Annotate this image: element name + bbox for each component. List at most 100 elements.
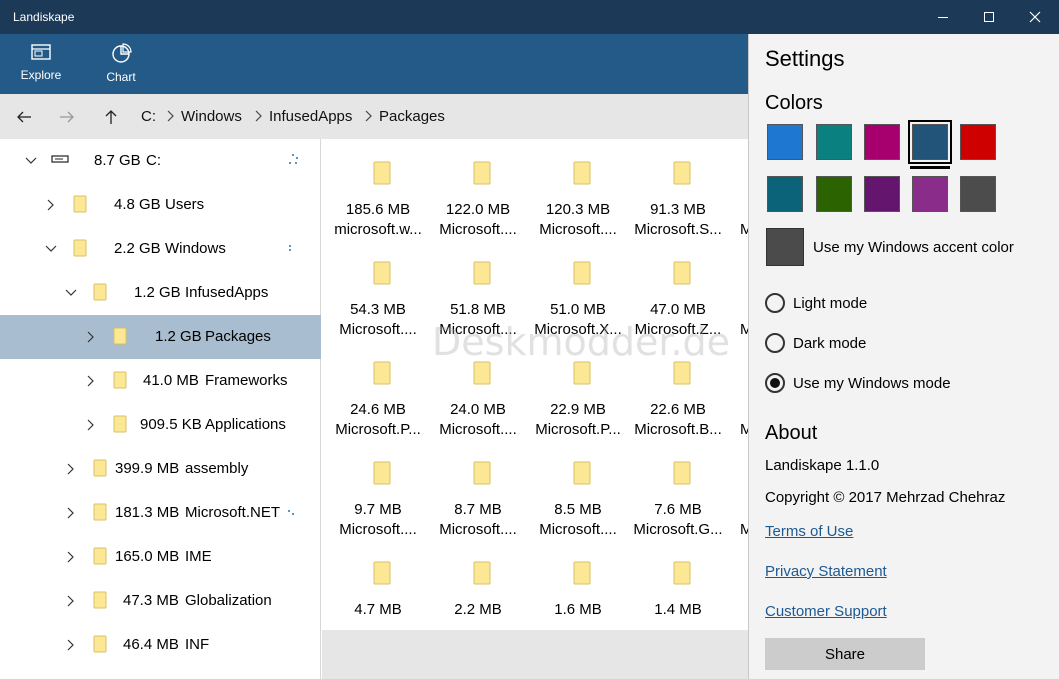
- folder-tile[interactable]: 54.3 MB Microsoft....: [328, 239, 428, 339]
- folder-size: 2.2 GB: [114, 240, 161, 257]
- forward-button[interactable]: [52, 102, 82, 132]
- folder-tile[interactable]: 185.6 MB microsoft.w...: [328, 139, 428, 239]
- dark-mode-radio[interactable]: [765, 333, 785, 353]
- color-swatch[interactable]: [960, 124, 996, 160]
- color-swatch[interactable]: [912, 176, 948, 212]
- folder-tile[interactable]: 1.4 MB: [628, 539, 728, 630]
- folder-tile[interactable]: 8.7 MB Microsoft....: [428, 439, 528, 539]
- folder-tile[interactable]: 24.0 MB Microsoft....: [428, 339, 528, 439]
- windows-mode-radio[interactable]: [765, 373, 785, 393]
- tree-row-applications[interactable]: 909.5 KB Applications: [0, 403, 321, 447]
- chevron-right-icon[interactable]: [84, 418, 98, 432]
- folder-tile[interactable]: 2.2 MB: [428, 539, 528, 630]
- folder-name: Applications: [205, 416, 286, 433]
- breadcrumb-item[interactable]: C:: [141, 108, 156, 125]
- chevron-right-icon[interactable]: [64, 594, 78, 608]
- tile-size: 122.0 MB: [445, 201, 511, 218]
- folder-tile[interactable]: 22.9 MB Microsoft.P...: [528, 339, 628, 439]
- tile-name-peek: M: [740, 221, 748, 238]
- folder-size: 4.8 GB: [114, 196, 161, 213]
- folder-tile[interactable]: 51.8 MB Microsoft....: [428, 239, 528, 339]
- tile-name: Microsoft.Z...: [634, 321, 722, 338]
- support-link[interactable]: Customer Support: [765, 603, 887, 620]
- folder-tile[interactable]: 22.6 MB Microsoft.B...: [628, 339, 728, 439]
- folder-icon: [673, 361, 691, 385]
- folder-tile[interactable]: 51.0 MB Microsoft.X...: [528, 239, 628, 339]
- chevron-right-icon: [365, 110, 372, 122]
- accent-color-checkbox[interactable]: [766, 228, 804, 266]
- folder-tile[interactable]: 7.6 MB Microsoft.G...: [628, 439, 728, 539]
- folder-tile[interactable]: 8.5 MB Microsoft....: [528, 439, 628, 539]
- chevron-right-icon[interactable]: [84, 374, 98, 388]
- tree-row-ime[interactable]: 165.0 MB IME: [0, 535, 321, 579]
- chevron-down-icon[interactable]: [44, 242, 58, 256]
- chevron-right-icon[interactable]: [64, 550, 78, 564]
- folder-size: 41.0 MB: [143, 372, 199, 389]
- folder-icon: [113, 371, 127, 389]
- color-swatch[interactable]: [816, 124, 852, 160]
- folder-tile[interactable]: 91.3 MB Microsoft.S...: [628, 139, 728, 239]
- tree-row-microsoft-net[interactable]: 181.3 MB Microsoft.NET: [0, 491, 321, 535]
- terms-link[interactable]: Terms of Use: [765, 523, 853, 540]
- explore-button[interactable]: Explore: [11, 42, 71, 90]
- color-swatch[interactable]: [767, 176, 803, 212]
- chevron-down-icon[interactable]: [24, 154, 38, 168]
- tree-row-globalization[interactable]: 47.3 MB Globalization: [0, 579, 321, 623]
- dark-mode-label: Dark mode: [793, 335, 867, 352]
- tree-row-inf[interactable]: 46.4 MB INF: [0, 623, 321, 667]
- up-button[interactable]: [96, 102, 126, 132]
- tree-row-frameworks[interactable]: 41.0 MB Frameworks: [0, 359, 321, 403]
- folder-tile[interactable]: 47.0 MB Microsoft.Z...: [628, 239, 728, 339]
- tile-size: 8.5 MB: [554, 501, 602, 518]
- folder-tile[interactable]: 9.7 MB Microsoft....: [328, 439, 428, 539]
- color-swatch[interactable]: [864, 176, 900, 212]
- tree-row-windows[interactable]: 2.2 GB Windows: [0, 227, 321, 271]
- arrow-up-icon: [105, 110, 117, 124]
- folder-name: Microsoft.NET: [185, 504, 281, 521]
- maximize-button[interactable]: [966, 0, 1012, 34]
- folder-name: Packages: [205, 328, 271, 345]
- tile-name: Microsoft.X...: [534, 321, 622, 338]
- breadcrumb-item[interactable]: InfusedApps: [269, 108, 352, 125]
- breadcrumb-item[interactable]: Windows: [181, 108, 242, 125]
- chevron-right-icon[interactable]: [84, 330, 98, 344]
- chevron-down-icon[interactable]: [64, 286, 78, 300]
- tile-size: 1.6 MB: [554, 601, 602, 618]
- folder-tile[interactable]: 4.7 MB: [328, 539, 428, 630]
- color-swatch-selected[interactable]: [908, 120, 952, 164]
- folder-tile[interactable]: 122.0 MB Microsoft....: [428, 139, 528, 239]
- folder-icon: [573, 261, 591, 285]
- chevron-right-icon[interactable]: [64, 462, 78, 476]
- folder-size: 46.4 MB: [123, 636, 179, 653]
- folder-tile[interactable]: 120.3 MB Microsoft....: [528, 139, 628, 239]
- chart-button[interactable]: Chart: [91, 42, 151, 90]
- folder-icon: [93, 459, 107, 477]
- color-swatch[interactable]: [816, 176, 852, 212]
- close-button[interactable]: [1012, 0, 1058, 34]
- color-swatch[interactable]: [767, 124, 803, 160]
- share-button[interactable]: Share: [765, 638, 925, 670]
- colors-heading: Colors: [765, 92, 823, 114]
- tree-row-users[interactable]: 4.8 GB Users: [0, 183, 321, 227]
- folder-icon: [473, 161, 491, 185]
- progress-ring-icon: [288, 510, 294, 515]
- back-button[interactable]: [9, 102, 39, 132]
- color-swatch[interactable]: [864, 124, 900, 160]
- chevron-right-icon[interactable]: [64, 506, 78, 520]
- minimize-button[interactable]: [920, 0, 966, 34]
- arrow-left-icon: [17, 111, 31, 123]
- light-mode-radio[interactable]: [765, 293, 785, 313]
- folder-size: 909.5 KB: [140, 416, 202, 433]
- folder-size: 399.9 MB: [115, 460, 180, 477]
- folder-tile[interactable]: 24.6 MB Microsoft.P...: [328, 339, 428, 439]
- chevron-right-icon[interactable]: [64, 638, 78, 652]
- privacy-link[interactable]: Privacy Statement: [765, 563, 887, 580]
- folder-tile[interactable]: 1.6 MB: [528, 539, 628, 630]
- chevron-right-icon[interactable]: [44, 198, 58, 212]
- breadcrumb-item[interactable]: Packages: [379, 108, 445, 125]
- tree-row-packages[interactable]: 1.2 GB Packages: [0, 315, 321, 359]
- tree-row-assembly[interactable]: 399.9 MB assembly: [0, 447, 321, 491]
- tree-row-c-drive[interactable]: 8.7 GB C:: [0, 139, 321, 183]
- tree-row-infusedapps[interactable]: 1.2 GB InfusedApps: [0, 271, 321, 315]
- color-swatch[interactable]: [960, 176, 996, 212]
